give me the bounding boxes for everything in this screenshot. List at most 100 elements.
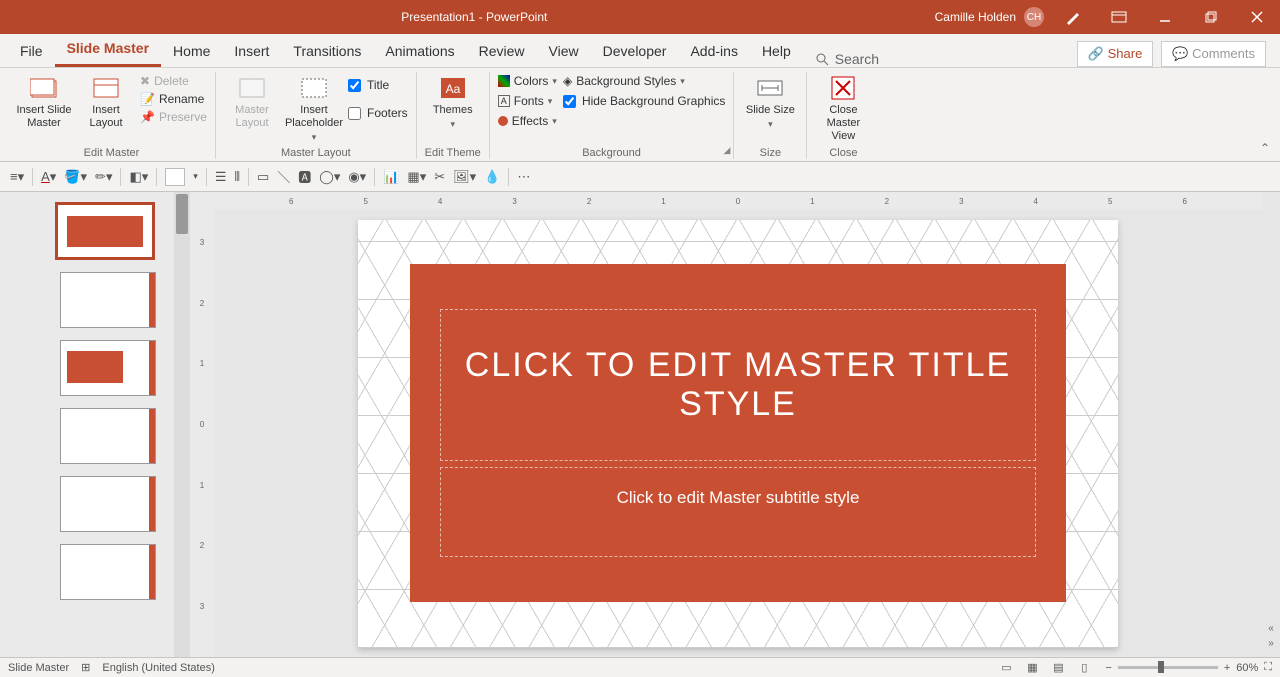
- tab-help[interactable]: Help: [750, 35, 803, 67]
- title-checkbox[interactable]: Title: [348, 78, 408, 92]
- align-middle-icon[interactable]: ⫴: [234, 169, 239, 185]
- tab-file[interactable]: File: [8, 35, 55, 67]
- background-styles-button[interactable]: ◈ Background Styles: [563, 74, 725, 88]
- horizontal-ruler: 6543210123456: [214, 192, 1262, 210]
- pen-icon[interactable]: [1050, 0, 1096, 34]
- background-launcher-icon[interactable]: ◢: [723, 145, 730, 156]
- tab-view[interactable]: View: [537, 35, 591, 67]
- fit-to-window-icon[interactable]: ⛶: [1264, 661, 1272, 674]
- crop-icon[interactable]: ✂: [434, 169, 445, 185]
- themes-button[interactable]: Aa Themes: [425, 72, 481, 130]
- zoom-level[interactable]: 60%: [1236, 662, 1258, 674]
- tab-animations[interactable]: Animations: [373, 35, 466, 67]
- group-edit-master: Insert Slide Master Insert Layout ✖ Dele…: [8, 72, 216, 159]
- hide-background-checkbox[interactable]: Hide Background Graphics: [563, 94, 725, 108]
- shape-style[interactable]: [165, 168, 185, 186]
- insert-layout-button[interactable]: Insert Layout: [78, 72, 134, 130]
- status-bar: Slide Master ⊞ English (United States) ▭…: [0, 657, 1280, 677]
- effects-button[interactable]: Effects: [498, 114, 557, 128]
- shape-fill-icon[interactable]: 🪣▾: [64, 169, 87, 185]
- close-icon: [829, 74, 857, 102]
- close-master-view-button[interactable]: Close Master View: [815, 72, 871, 144]
- quick-access-toolbar: ≡▾ A▾ 🪣▾ ✏▾ ◧▾ ▾ ☰ ⫴ ▭ ＼ 🅰 ◯▾ ◉▾ 📊 ▦▾ ✂ …: [0, 162, 1280, 192]
- overflow-icon[interactable]: ⋯: [517, 169, 530, 185]
- next-slide-icon[interactable]: »: [1268, 638, 1274, 649]
- thumb-layout-2[interactable]: [60, 340, 156, 396]
- user-avatar[interactable]: CH: [1024, 7, 1044, 27]
- ribbon-display-icon[interactable]: [1096, 0, 1142, 34]
- restore-button[interactable]: [1188, 0, 1234, 34]
- close-button[interactable]: [1234, 0, 1280, 34]
- slide-size-button[interactable]: Slide Size: [742, 72, 798, 130]
- view-mode-label: Slide Master: [8, 662, 69, 674]
- tab-transitions[interactable]: Transitions: [281, 35, 373, 67]
- tab-review[interactable]: Review: [467, 35, 537, 67]
- title-bar: Presentation1 - PowerPoint Camille Holde…: [0, 0, 1280, 34]
- preserve-button[interactable]: 📌 Preserve: [140, 110, 207, 124]
- tab-home[interactable]: Home: [161, 35, 222, 67]
- thumb-slide-master[interactable]: [55, 202, 155, 260]
- delete-button[interactable]: ✖ Delete: [140, 74, 207, 88]
- reading-view-icon[interactable]: ▤: [1049, 661, 1067, 675]
- chart-icon[interactable]: 📊: [383, 169, 399, 185]
- master-title-placeholder[interactable]: Click to edit Master title style: [440, 309, 1036, 461]
- insert-slide-master-button[interactable]: Insert Slide Master: [16, 72, 72, 130]
- font-color-icon[interactable]: A▾: [41, 169, 56, 185]
- svg-text:Aa: Aa: [445, 82, 460, 96]
- minimize-button[interactable]: [1142, 0, 1188, 34]
- thumb-layout-4[interactable]: [60, 476, 156, 532]
- master-layout-button: Master Layout: [224, 72, 280, 130]
- ribbon-tabs: File Slide Master Home Insert Transition…: [0, 34, 1280, 68]
- zoom-in-button[interactable]: +: [1224, 662, 1230, 674]
- zoom-slider[interactable]: [1118, 666, 1218, 669]
- shapes-icon[interactable]: ◯▾: [319, 169, 340, 185]
- share-button[interactable]: 🔗 Share: [1077, 41, 1154, 67]
- size-icon: [756, 74, 784, 102]
- tell-me-search[interactable]: Search: [803, 51, 891, 67]
- group-edit-theme: Aa Themes Edit Theme: [417, 72, 490, 159]
- eyedropper-icon[interactable]: 💧: [484, 169, 500, 185]
- zoom-out-button[interactable]: −: [1105, 662, 1111, 674]
- textbox-icon[interactable]: 🅰: [298, 167, 311, 186]
- vertical-scrollbar[interactable]: « »: [1262, 192, 1280, 657]
- rectangle-icon[interactable]: ▭: [257, 169, 269, 185]
- thumb-layout-3[interactable]: [60, 408, 156, 464]
- group-label: Edit Theme: [425, 145, 481, 159]
- tab-developer[interactable]: Developer: [591, 35, 679, 67]
- sorter-view-icon[interactable]: ▦: [1023, 661, 1041, 675]
- thumb-layout-1[interactable]: [60, 272, 156, 328]
- picture-icon[interactable]: 🖼▾: [453, 169, 476, 185]
- fonts-button[interactable]: A Fonts: [498, 94, 557, 108]
- slideshow-view-icon[interactable]: ▯: [1075, 661, 1093, 675]
- align-icon[interactable]: ≡▾: [10, 169, 24, 185]
- rename-button[interactable]: 📝 Rename: [140, 92, 207, 106]
- normal-view-icon[interactable]: ▭: [997, 661, 1015, 675]
- user-area[interactable]: Camille Holden CH: [929, 7, 1050, 27]
- colors-button[interactable]: Colors: [498, 74, 557, 88]
- comments-button[interactable]: 💬 Comments: [1161, 41, 1266, 67]
- align-center-icon[interactable]: ☰: [215, 169, 227, 185]
- group-label: Close: [829, 145, 857, 159]
- group-label: Edit Master: [84, 145, 140, 159]
- footers-checkbox[interactable]: Footers: [348, 106, 408, 120]
- prev-slide-icon[interactable]: «: [1268, 623, 1274, 634]
- table-icon[interactable]: ▦▾: [407, 169, 426, 185]
- accessibility-icon[interactable]: ⊞: [81, 661, 90, 674]
- thumb-layout-5[interactable]: [60, 544, 156, 600]
- shape-outline-icon[interactable]: ✏▾: [95, 169, 112, 185]
- line-icon[interactable]: ＼: [277, 167, 290, 186]
- slide[interactable]: Click to edit Master title style Click t…: [358, 220, 1118, 648]
- thumbnail-scrollbar[interactable]: [174, 192, 190, 657]
- tab-slide-master[interactable]: Slide Master: [55, 32, 161, 67]
- tab-addins[interactable]: Add-ins: [678, 35, 749, 67]
- language-label[interactable]: English (United States): [102, 662, 215, 674]
- merge-icon[interactable]: ◉▾: [348, 169, 366, 185]
- collapse-ribbon-icon[interactable]: ⌃: [1260, 141, 1270, 155]
- tab-insert[interactable]: Insert: [222, 35, 281, 67]
- master-layout-icon: [238, 74, 266, 102]
- group-label: Master Layout: [281, 145, 351, 159]
- canvas: 3210123 6543210123456 Click to edit Mast…: [190, 192, 1280, 657]
- master-subtitle-placeholder[interactable]: Click to edit Master subtitle style: [440, 467, 1036, 557]
- insert-placeholder-button[interactable]: Insert Placeholder: [286, 72, 342, 143]
- arrange-icon[interactable]: ◧▾: [129, 169, 148, 185]
